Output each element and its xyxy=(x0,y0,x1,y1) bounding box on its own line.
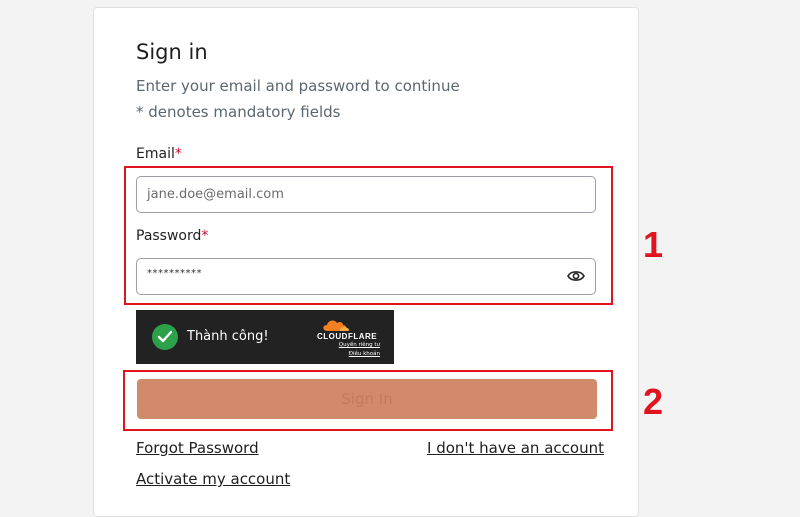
captcha-status: Thành công! xyxy=(187,329,269,344)
email-label-text: Email xyxy=(136,146,175,162)
page-title: Sign in xyxy=(136,40,208,64)
email-label: Email* xyxy=(136,146,182,162)
subtitle: Enter your email and password to continu… xyxy=(136,77,460,95)
mandatory-note: * denotes mandatory fields xyxy=(136,103,341,121)
activate-account-link[interactable]: Activate my account xyxy=(136,470,290,488)
annotation-marker-1: 1 xyxy=(643,224,664,265)
cloudflare-captcha[interactable]: Thành công! CLOUDFLARE Quyền riêng tư Đi… xyxy=(136,310,394,364)
forgot-password-link[interactable]: Forgot Password xyxy=(136,439,259,457)
signin-highlight-box xyxy=(123,370,613,431)
credentials-highlight-box xyxy=(124,166,613,305)
captcha-privacy-link[interactable]: Quyền riêng tư xyxy=(339,342,380,348)
success-check-icon xyxy=(152,324,178,350)
email-required-mark: * xyxy=(174,146,182,162)
annotation-marker-2: 2 xyxy=(643,381,664,422)
cloudflare-logo-icon xyxy=(323,320,350,331)
no-account-link[interactable]: I don't have an account xyxy=(427,439,604,457)
cloudflare-brand: CLOUDFLARE xyxy=(317,332,378,341)
captcha-terms-link[interactable]: Điều khoản xyxy=(349,351,380,357)
